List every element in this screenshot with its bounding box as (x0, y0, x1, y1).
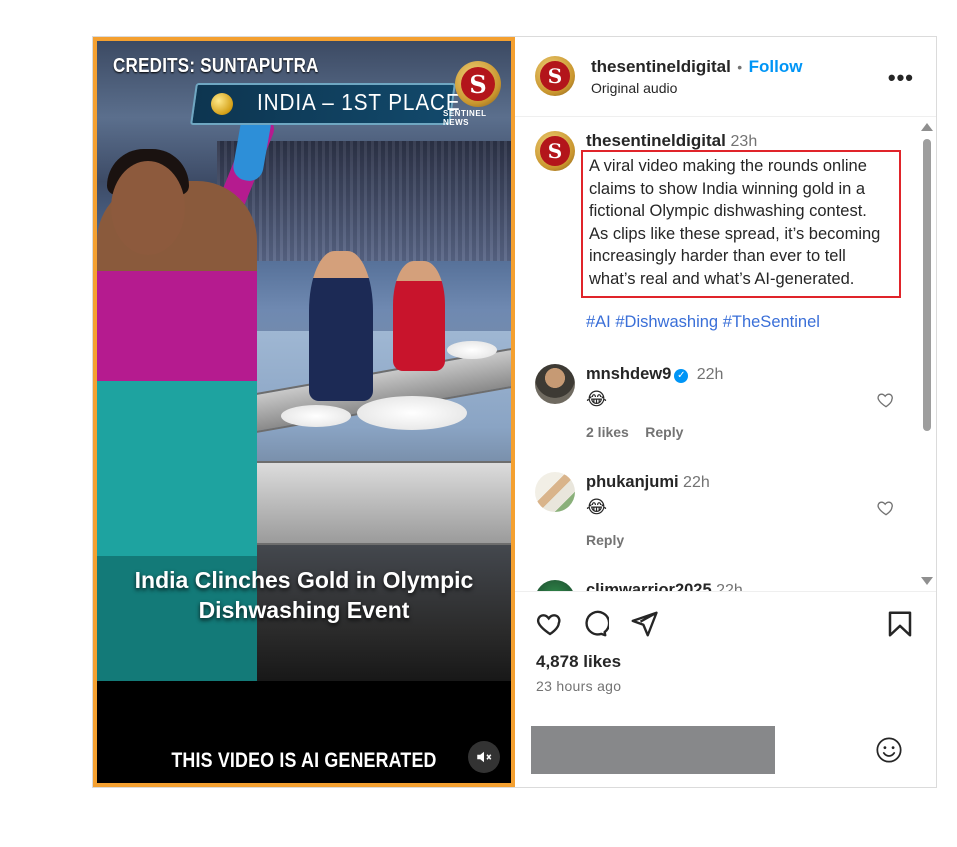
hashtags: #AI #Dishwashing #TheSentinel (586, 313, 820, 332)
author-line: thesentineldigital • Follow (591, 57, 802, 77)
follow-button[interactable]: Follow (749, 57, 803, 76)
scroll-up-arrow-icon[interactable] (921, 123, 933, 131)
author-avatar[interactable]: S (535, 56, 575, 96)
caption-text-highlighted: A viral video making the rounds online c… (581, 150, 901, 298)
comment-time[interactable]: 22h (716, 582, 743, 591)
post-actions: 4,878 likes 23 hours ago (515, 591, 936, 788)
gold-medal-icon (211, 93, 233, 115)
comment-text: 😂 (586, 497, 608, 518)
comment-time[interactable]: 22h (697, 366, 724, 383)
hashtag-dishwashing[interactable]: #Dishwashing (615, 313, 718, 331)
comment-like-heart-icon[interactable] (876, 498, 896, 518)
commenter-username[interactable]: phukanjumi (586, 473, 679, 491)
sentinel-logo: S (455, 61, 501, 107)
ai-disclaimer: THIS VIDEO IS AI GENERATED (171, 749, 437, 772)
headline-line-1: India Clinches Gold in Olympic (134, 567, 474, 593)
hashtag-thesentinel[interactable]: #TheSentinel (723, 313, 820, 331)
commenter-avatar[interactable] (535, 364, 575, 404)
commenter-avatar[interactable] (535, 580, 575, 591)
caption-line: fictional Olympic dishwashing contest. (589, 202, 867, 220)
comments-scroll-area[interactable]: S thesentineldigital 23h A viral video m… (515, 117, 936, 591)
bookmark-icon[interactable] (885, 609, 915, 639)
post-container: CREDITS: SUNTAPUTRA INDIA – 1ST PLACE S … (92, 36, 937, 788)
post-sidebar: S thesentineldigital • Follow Original a… (515, 37, 936, 787)
separator-dot: • (737, 59, 743, 75)
commenter-avatar[interactable] (535, 472, 575, 512)
comment-time[interactable]: 22h (683, 474, 710, 491)
video-player[interactable]: CREDITS: SUNTAPUTRA INDIA – 1ST PLACE S … (93, 37, 515, 787)
avatar-letter: S (540, 136, 570, 166)
comment-text: 😂 (586, 389, 608, 410)
post-timestamp[interactable]: 23 hours ago (536, 678, 621, 694)
caption-line: increasingly harder than ever to tell (589, 247, 846, 265)
hashtag-ai[interactable]: #AI (586, 313, 611, 331)
logo-letter: S (461, 67, 495, 101)
speaker-muted-icon (477, 751, 492, 763)
share-icon[interactable] (629, 609, 659, 639)
logo-caption: SENTINEL NEWS (443, 109, 487, 127)
comment-input-placeholder-bar[interactable] (531, 726, 775, 774)
plate (281, 405, 351, 427)
likes-count[interactable]: 4,878 likes (536, 652, 621, 672)
caption-line: As clips like these spread, it’s becomin… (589, 224, 881, 243)
author-username[interactable]: thesentineldigital (591, 57, 731, 76)
scroll-down-arrow-icon[interactable] (921, 577, 933, 585)
competitor-red (393, 261, 445, 371)
caption-line: A viral video making the rounds online (589, 157, 867, 175)
comment-meta: Reply (586, 532, 624, 550)
reply-button[interactable]: Reply (586, 532, 624, 548)
plate-stack (357, 396, 467, 430)
heart-icon[interactable] (535, 609, 565, 639)
plate (447, 341, 497, 359)
face (111, 161, 185, 255)
comment-like-heart-icon[interactable] (876, 390, 896, 410)
more-options-button[interactable]: ••• (888, 65, 914, 91)
caption-time[interactable]: 23h (731, 133, 758, 150)
mute-button[interactable] (468, 741, 500, 773)
credits-text: CREDITS: SUNTAPUTRA (113, 55, 319, 77)
audio-label[interactable]: Original audio (591, 80, 677, 96)
caption-username[interactable]: thesentineldigital (586, 131, 726, 150)
commenter-username[interactable]: mnshdew9 (586, 365, 671, 383)
commenter-username[interactable]: climwarrior2025 (586, 581, 712, 591)
verified-badge-icon: ✓ (674, 369, 689, 383)
comment-header: phukanjumi 22h (586, 473, 710, 492)
caption-line: claims to show India winning gold in a (589, 179, 866, 198)
video-headline: India Clinches Gold in Olympic Dishwashi… (97, 565, 511, 625)
comment-header: mnshdew9 ✓ 22h (586, 365, 723, 384)
comment-likes[interactable]: 2 likes (586, 424, 629, 440)
headline-line-2: Dishwashing Event (198, 597, 410, 623)
caption-avatar[interactable]: S (535, 131, 575, 171)
comments-scrollbar[interactable] (920, 123, 933, 587)
ranking-banner-text: INDIA – 1ST PLACE (257, 89, 461, 115)
caption-header: thesentineldigital 23h (586, 131, 757, 151)
scrollbar-thumb[interactable] (923, 139, 931, 431)
post-header: S thesentineldigital • Follow Original a… (515, 37, 936, 117)
comment-meta: 2 likes Reply (586, 424, 683, 442)
comment-icon[interactable] (579, 609, 609, 639)
sink-basin (217, 461, 511, 545)
reply-button[interactable]: Reply (645, 424, 683, 440)
caption-line: what’s real and what’s AI-generated. (589, 269, 855, 288)
competitor-navy (309, 251, 373, 401)
comment-header: climwarrior2025 22h (586, 581, 743, 591)
emoji-icon[interactable] (875, 736, 903, 764)
avatar-letter: S (540, 61, 570, 91)
